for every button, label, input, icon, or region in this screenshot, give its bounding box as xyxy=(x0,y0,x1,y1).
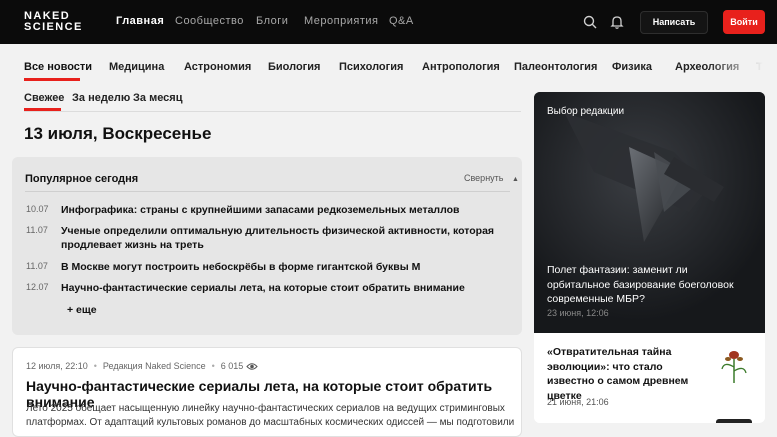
nav-qa[interactable]: Q&A xyxy=(389,15,414,27)
item-time: 11.07 xyxy=(26,225,48,235)
collapse-label: Свернуть xyxy=(464,173,504,183)
show-more-button[interactable]: + еще xyxy=(67,304,97,316)
article-author[interactable]: Редакция Naked Science xyxy=(103,361,206,371)
category-astronomy[interactable]: Астрономия xyxy=(184,61,251,73)
nav-home[interactable]: Главная xyxy=(116,15,164,27)
editors-choice-label: Выбор редакции xyxy=(547,106,625,117)
item-title[interactable]: Инфографика: страны с крупнейшими запаса… xyxy=(61,203,506,217)
editors-choice-hero[interactable]: Выбор редакции Полет фантазии: заменит л… xyxy=(534,92,765,333)
popular-today-panel: Популярное сегодня Свернуть ▲ 10.07 Инфо… xyxy=(12,157,522,335)
eye-icon xyxy=(246,363,258,370)
item-title[interactable]: Ученые определили оптимальную длительнос… xyxy=(61,224,506,252)
write-button[interactable]: Написать xyxy=(640,11,708,34)
meta-separator: • xyxy=(211,361,215,371)
category-fade-overlay xyxy=(707,44,777,84)
category-paleontology[interactable]: Палеонтология xyxy=(514,61,597,73)
logo-line-2: SCIENCE xyxy=(24,21,83,33)
popular-divider xyxy=(25,191,510,192)
search-icon[interactable] xyxy=(583,14,597,30)
collapse-button[interactable]: Свернуть ▲ xyxy=(464,173,519,183)
top-navigation-bar: NAKED SCIENCE Главная Сообщество Блоги М… xyxy=(0,0,777,44)
category-biology[interactable]: Биология xyxy=(268,61,320,73)
article-date: 12 июля, 22:10 xyxy=(26,361,88,371)
editors-choice-panel: Выбор редакции Полет фантазии: заменит л… xyxy=(534,92,765,423)
item-time: 10.07 xyxy=(26,204,49,214)
flower-thumbnail xyxy=(714,345,754,385)
site-logo[interactable]: NAKED SCIENCE xyxy=(24,11,100,35)
item-time: 12.07 xyxy=(26,282,49,292)
date-heading: 13 июля, Воскресенье xyxy=(24,124,212,143)
meta-separator: • xyxy=(93,361,97,371)
tabs-divider xyxy=(24,111,521,112)
article-meta: 12 июля, 22:10 • Редакция Naked Science • 6 … xyxy=(26,361,258,371)
category-physics[interactable]: Физика xyxy=(612,61,652,73)
side-article-date: 21 июня, 21:06 xyxy=(547,397,609,407)
next-item-thumbnail xyxy=(716,419,752,423)
side-article-title[interactable]: «Отвратительная тайна эволюции»: что ста… xyxy=(547,345,707,403)
nav-community[interactable]: Сообщество xyxy=(175,15,244,27)
nav-blogs[interactable]: Блоги xyxy=(256,15,288,27)
article-card[interactable]: 12 июля, 22:10 • Редакция Naked Science • 6 … xyxy=(12,347,522,437)
category-psychology[interactable]: Психология xyxy=(339,61,403,73)
tab-fresh[interactable]: Свежее xyxy=(24,92,64,104)
category-tabs: Все новости Медицина Астрономия Биология… xyxy=(0,44,777,84)
caret-up-icon: ▲ xyxy=(512,176,519,183)
active-category-indicator xyxy=(24,78,80,81)
popular-title: Популярное сегодня xyxy=(25,173,139,185)
login-button[interactable]: Войти xyxy=(723,10,765,34)
editors-choice-item[interactable]: «Отвратительная тайна эволюции»: что ста… xyxy=(534,333,765,423)
item-title[interactable]: В Москве могут построить небоскрёбы в фо… xyxy=(61,260,506,274)
article-views: 6 015 xyxy=(220,361,244,371)
bell-icon[interactable] xyxy=(610,14,624,30)
category-all-news[interactable]: Все новости xyxy=(24,61,92,73)
tab-month[interactable]: За месяц xyxy=(133,92,182,104)
category-medicine[interactable]: Медицина xyxy=(109,61,164,73)
article-excerpt: Лето 2025 обещает насыщенную линейку нау… xyxy=(26,403,515,428)
item-title[interactable]: Научно-фантастические сериалы лета, на к… xyxy=(61,281,506,295)
category-anthropology[interactable]: Антропология xyxy=(422,61,500,73)
hero-article-title[interactable]: Полет фантазии: заменит ли орбитальное б… xyxy=(547,263,752,307)
hero-article-date: 23 июня, 12:06 xyxy=(547,308,609,318)
nav-events[interactable]: Мероприятия xyxy=(304,15,378,27)
item-time: 11.07 xyxy=(26,261,48,271)
tab-week[interactable]: За неделю xyxy=(72,92,130,104)
